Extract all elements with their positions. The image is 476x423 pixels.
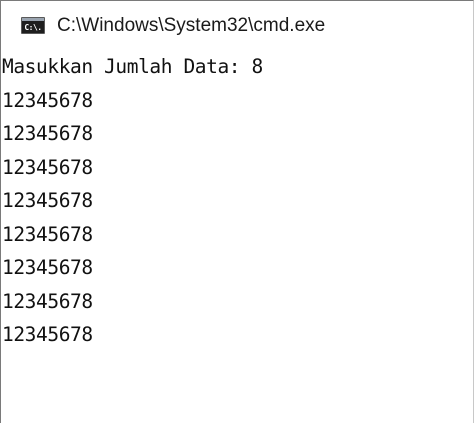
title-bar[interactable]: C:\. C:\Windows\System32\cmd.exe [1, 1, 473, 50]
output-line: 12345678 [2, 88, 93, 112]
cmd-icon[interactable]: C:\. [21, 17, 45, 34]
output-line: 12345678 [2, 222, 93, 246]
prompt-line: Masukkan Jumlah Data: 8 [2, 55, 263, 78]
window-title: C:\Windows\System32\cmd.exe [57, 14, 326, 36]
cmd-window: C:\. C:\Windows\System32\cmd.exe Masukka… [0, 0, 474, 423]
output-line: 12345678 [2, 323, 93, 346]
output-line: 12345678 [2, 122, 93, 145]
console-output[interactable]: Masukkan Jumlah Data: 8 12345678 1234567… [1, 50, 473, 352]
output-line: 12345678 [2, 189, 93, 212]
output-line: 12345678 [2, 155, 93, 179]
output-line: 12345678 [2, 289, 93, 313]
output-line: 12345678 [2, 256, 93, 279]
cmd-icon-glyph: C:\. [24, 22, 42, 32]
